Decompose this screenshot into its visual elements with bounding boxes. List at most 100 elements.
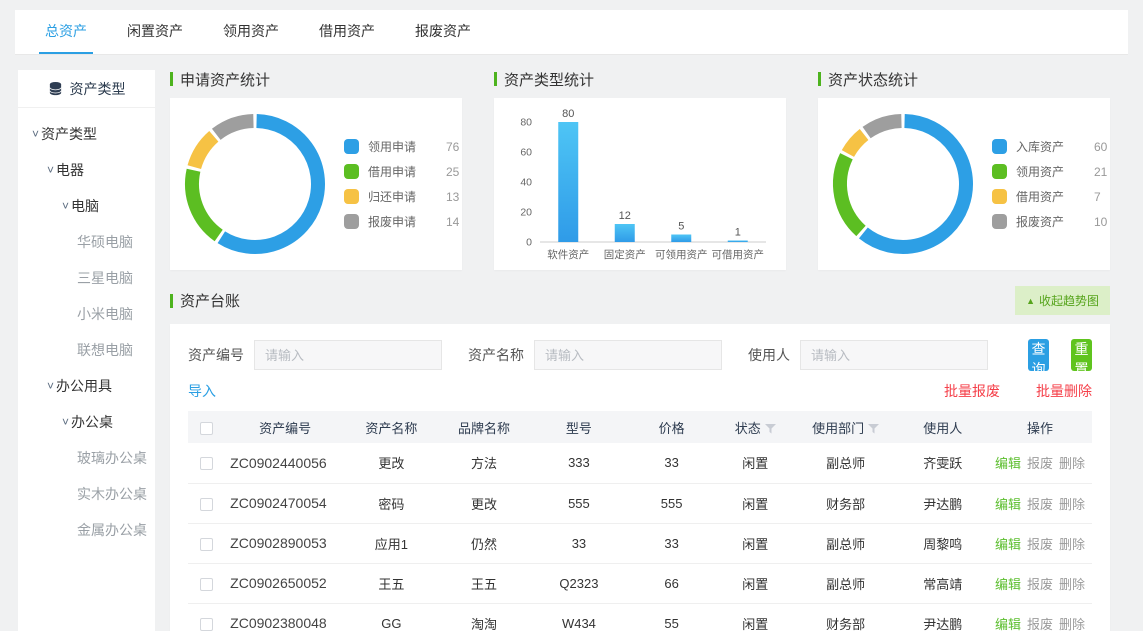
legend-item-1[interactable]: 领用资产21 [992,159,1107,184]
donut-segment-0[interactable] [221,121,318,247]
filter-funnel-icon[interactable] [765,424,776,434]
donut-segment-1[interactable] [192,170,219,235]
import-link[interactable]: 导入 [188,381,216,401]
cell-2-6: 副总师 [794,523,898,563]
tab-0[interactable]: 总资产 [39,10,93,54]
delete-link[interactable]: 删除 [1059,617,1085,631]
sidebar: 资产类型 ˅资产类型˅电器˅电脑华硕电脑三星电脑小米电脑联想电脑˅办公用具˅办公… [18,70,155,631]
tree-node-7[interactable]: ˅办公用具 [18,368,155,404]
y-tick-label: 20 [520,207,532,219]
col-header-5: 状态 [717,411,794,443]
tree-node-2[interactable]: ˅电脑 [18,188,155,224]
tree-node-6[interactable]: 联想电脑 [18,332,155,368]
tab-2[interactable]: 领用资产 [217,10,285,54]
tree-node-label: 办公用具 [56,376,112,396]
batch-delete-link[interactable]: 批量删除 [1036,381,1092,401]
tree-node-label: 三星电脑 [77,268,133,288]
cell-0-2: 方法 [437,443,532,483]
edit-link[interactable]: 编辑 [995,617,1021,631]
donut-segment-2[interactable] [848,134,864,153]
filter-input-1[interactable] [534,340,722,370]
legend-item-2[interactable]: 借用资产7 [992,184,1107,209]
cell-3-0: ZC0902650052 [224,563,346,603]
bar-2[interactable] [671,235,691,243]
sidebar-title: 资产类型 [70,79,126,99]
legend-item-1[interactable]: 借用申请25 [344,159,459,184]
cell-2-0: ZC0902890053 [224,523,346,563]
asset-table: 资产编号资产名称品牌名称型号价格状态使用部门使用人操作 ZC0902440056… [188,411,1092,631]
scrap-link[interactable]: 报废 [1027,577,1053,592]
edit-link[interactable]: 编辑 [995,537,1021,552]
links-row: 导入 批量报废 批量删除 [188,371,1092,411]
tree-node-9[interactable]: 玻璃办公桌 [18,440,155,476]
edit-link[interactable]: 编辑 [995,456,1021,471]
legend-item-0[interactable]: 入库资产60 [992,134,1107,159]
donut-segment-2[interactable] [194,136,214,167]
cell-0-7: 齐雯跃 [898,443,988,483]
legend-item-2[interactable]: 归还申请13 [344,184,459,209]
row-checkbox[interactable] [200,618,213,631]
ledger-card: 资产编号资产名称使用人 查询 重置 导入 批量报废 批量删除 资产编号资产名称品… [170,324,1110,631]
tree-node-10[interactable]: 实木办公桌 [18,476,155,512]
delete-link[interactable]: 删除 [1059,456,1085,471]
scrap-link[interactable]: 报废 [1027,617,1053,631]
filter-input-0[interactable] [254,340,442,370]
row-checkbox[interactable] [200,498,213,511]
scrap-link[interactable]: 报废 [1027,497,1053,512]
tree-node-0[interactable]: ˅资产类型 [18,116,155,152]
row-checkbox[interactable] [200,457,213,470]
asset-type-tree: ˅资产类型˅电器˅电脑华硕电脑三星电脑小米电脑联想电脑˅办公用具˅办公桌玻璃办公… [18,108,155,548]
filter-funnel-icon[interactable] [868,424,879,434]
caret-down-icon: ˅ [62,199,69,213]
row-checkbox[interactable] [200,538,213,551]
donut-segment-1[interactable] [840,156,861,231]
query-button[interactable]: 查询 [1028,339,1049,371]
legend-item-0[interactable]: 领用申请76 [344,134,459,159]
donut-segment-0[interactable] [863,121,966,247]
table-row-0: ZC0902440056更改方法33333闲置副总师齐雯跃编辑报废删除 [188,443,1092,483]
tree-node-1[interactable]: ˅电器 [18,152,155,188]
edit-link[interactable]: 编辑 [995,497,1021,512]
collapse-trend-button[interactable]: ▲ 收起趋势图 [1015,286,1110,315]
bar-0[interactable] [558,122,578,242]
select-all-checkbox[interactable] [200,422,213,435]
legend-swatch-icon [344,214,359,229]
reset-button[interactable]: 重置 [1071,339,1092,371]
col-header-7: 使用人 [898,411,988,443]
tree-node-11[interactable]: 金属办公桌 [18,512,155,548]
ledger-title: 资产台账 [170,292,240,310]
tree-node-5[interactable]: 小米电脑 [18,296,155,332]
donut-segment-3[interactable] [216,121,253,134]
tab-3[interactable]: 借用资产 [313,10,381,54]
tree-node-label: 华硕电脑 [77,232,133,252]
tree-node-3[interactable]: 华硕电脑 [18,224,155,260]
delete-link[interactable]: 删除 [1059,497,1085,512]
bar-value-label: 1 [735,227,741,239]
filter-input-2[interactable] [800,340,988,370]
ledger-header: 资产台账 ▲ 收起趋势图 [170,286,1110,315]
scrap-link[interactable]: 报废 [1027,537,1053,552]
bar-1[interactable] [615,224,635,242]
row-checkbox[interactable] [200,578,213,591]
scrap-link[interactable]: 报废 [1027,456,1053,471]
tab-1[interactable]: 闲置资产 [121,10,189,54]
cell-0-1: 更改 [346,443,436,483]
donut-segment-3[interactable] [867,121,902,133]
tab-4[interactable]: 报废资产 [409,10,477,54]
cell-2-2: 仍然 [437,523,532,563]
batch-scrap-link[interactable]: 批量报废 [944,381,1000,401]
bar-3[interactable] [728,241,748,243]
cell-2-1: 应用1 [346,523,436,563]
delete-link[interactable]: 删除 [1059,577,1085,592]
delete-link[interactable]: 删除 [1059,537,1085,552]
tree-node-4[interactable]: 三星电脑 [18,260,155,296]
cell-2-3: 33 [531,523,626,563]
cell-1-5: 闲置 [717,483,794,523]
legend-item-3[interactable]: 报废资产10 [992,209,1107,234]
edit-link[interactable]: 编辑 [995,577,1021,592]
cell-2-4: 33 [626,523,716,563]
legend-item-3[interactable]: 报废申请14 [344,209,459,234]
tree-node-8[interactable]: ˅办公桌 [18,404,155,440]
cell-3-4: 66 [626,563,716,603]
cell-4-3: W434 [531,603,626,631]
